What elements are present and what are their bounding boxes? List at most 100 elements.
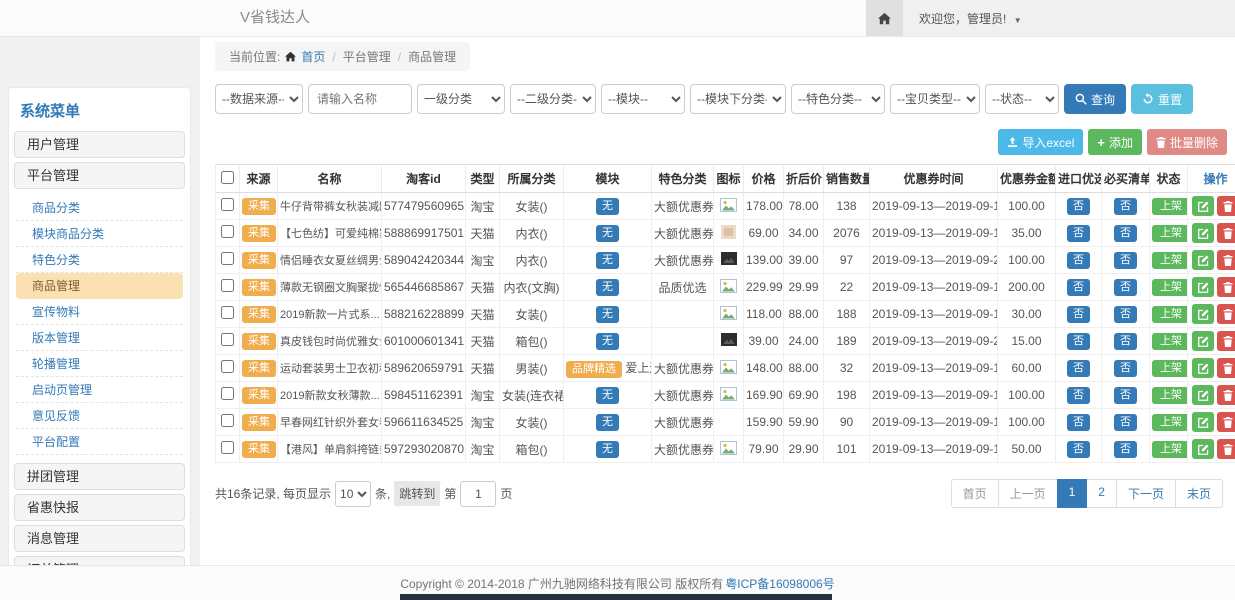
- status-badge[interactable]: 上架: [1152, 279, 1188, 296]
- imported-badge[interactable]: 否: [1067, 279, 1090, 296]
- row-checkbox[interactable]: [221, 441, 234, 454]
- sidebar-item[interactable]: 商品管理: [16, 273, 183, 299]
- page-button[interactable]: 2: [1086, 479, 1117, 508]
- reset-button[interactable]: 重置: [1131, 84, 1193, 114]
- status-badge[interactable]: 上架: [1152, 387, 1188, 404]
- row-checkbox[interactable]: [221, 360, 234, 373]
- filter-select-module-subcategory[interactable]: --模块下分类--: [690, 84, 786, 114]
- delete-button[interactable]: [1217, 250, 1235, 270]
- delete-button[interactable]: [1217, 385, 1235, 405]
- sidebar-item[interactable]: 轮播管理: [16, 351, 183, 377]
- sidebar-item[interactable]: 商品分类: [16, 195, 183, 221]
- sidebar-group[interactable]: 拼团管理: [14, 463, 185, 490]
- sidebar-item[interactable]: 意见反馈: [16, 403, 183, 429]
- status-badge[interactable]: 上架: [1152, 360, 1188, 377]
- edit-button[interactable]: [1192, 223, 1214, 243]
- delete-button[interactable]: [1217, 412, 1235, 432]
- delete-button[interactable]: [1217, 331, 1235, 351]
- edit-button[interactable]: [1192, 196, 1214, 216]
- icp-link[interactable]: 粤ICP备16098006号: [725, 575, 834, 592]
- batch-delete-button[interactable]: 批量删除: [1147, 129, 1227, 155]
- imported-badge[interactable]: 否: [1067, 306, 1090, 323]
- sidebar-item[interactable]: 特色分类: [16, 247, 183, 273]
- delete-button[interactable]: [1217, 304, 1235, 324]
- imported-badge[interactable]: 否: [1067, 414, 1090, 431]
- breadcrumb-home-link[interactable]: 首页: [301, 48, 325, 65]
- edit-button[interactable]: [1192, 358, 1214, 378]
- filter-select-status[interactable]: --状态--: [985, 84, 1059, 114]
- page-button[interactable]: 下一页: [1116, 479, 1176, 508]
- row-checkbox[interactable]: [221, 333, 234, 346]
- imported-badge[interactable]: 否: [1067, 252, 1090, 269]
- sidebar-group[interactable]: 消息管理: [14, 525, 185, 552]
- must-buy-badge[interactable]: 否: [1114, 198, 1137, 215]
- must-buy-badge[interactable]: 否: [1114, 225, 1137, 242]
- edit-button[interactable]: [1192, 439, 1214, 459]
- sidebar-item[interactable]: 启动页管理: [16, 377, 183, 403]
- imported-badge[interactable]: 否: [1067, 225, 1090, 242]
- row-checkbox[interactable]: [221, 198, 234, 211]
- imported-badge[interactable]: 否: [1067, 333, 1090, 350]
- add-button[interactable]: + 添加: [1088, 129, 1142, 155]
- row-checkbox[interactable]: [221, 387, 234, 400]
- sidebar-item[interactable]: 平台配置: [16, 429, 183, 455]
- per-page-select[interactable]: 10: [335, 481, 371, 507]
- row-checkbox[interactable]: [221, 252, 234, 265]
- sidebar-group[interactable]: 省惠快报: [14, 494, 185, 521]
- must-buy-badge[interactable]: 否: [1114, 387, 1137, 404]
- page-button[interactable]: 1: [1057, 479, 1088, 508]
- status-badge[interactable]: 上架: [1152, 441, 1188, 458]
- must-buy-badge[interactable]: 否: [1114, 306, 1137, 323]
- must-buy-badge[interactable]: 否: [1114, 279, 1137, 296]
- sidebar-group-platform[interactable]: 平台管理: [14, 162, 185, 189]
- filter-select-level2-category[interactable]: --二级分类--: [510, 84, 596, 114]
- must-buy-badge[interactable]: 否: [1114, 333, 1137, 350]
- filter-select-level1-category[interactable]: 一级分类: [417, 84, 505, 114]
- edit-button[interactable]: [1192, 385, 1214, 405]
- edit-button[interactable]: [1192, 304, 1214, 324]
- delete-button[interactable]: [1217, 223, 1235, 243]
- status-badge[interactable]: 上架: [1152, 333, 1188, 350]
- user-menu[interactable]: 欢迎您，管理员! ▼: [919, 10, 1022, 27]
- row-checkbox[interactable]: [221, 225, 234, 238]
- status-badge[interactable]: 上架: [1152, 414, 1188, 431]
- row-checkbox[interactable]: [221, 279, 234, 292]
- sidebar-group[interactable]: 用户管理: [14, 131, 185, 158]
- breadcrumb-item-platform[interactable]: 平台管理: [343, 48, 391, 65]
- edit-button[interactable]: [1192, 277, 1214, 297]
- filter-select-data-source[interactable]: --数据来源--: [215, 84, 303, 114]
- must-buy-badge[interactable]: 否: [1114, 414, 1137, 431]
- name-search-input[interactable]: [308, 84, 412, 114]
- imported-badge[interactable]: 否: [1067, 387, 1090, 404]
- delete-button[interactable]: [1217, 439, 1235, 459]
- delete-button[interactable]: [1217, 358, 1235, 378]
- jump-page-input[interactable]: [460, 481, 496, 507]
- filter-select-item-type[interactable]: --宝贝类型--: [890, 84, 980, 114]
- search-button[interactable]: 查询: [1064, 84, 1126, 114]
- select-all-checkbox[interactable]: [221, 171, 234, 184]
- sidebar-item[interactable]: 宣传物料: [16, 299, 183, 325]
- delete-button[interactable]: [1217, 196, 1235, 216]
- status-badge[interactable]: 上架: [1152, 252, 1188, 269]
- page-button[interactable]: 首页: [951, 479, 999, 508]
- must-buy-badge[interactable]: 否: [1114, 441, 1137, 458]
- must-buy-badge[interactable]: 否: [1114, 360, 1137, 377]
- delete-button[interactable]: [1217, 277, 1235, 297]
- import-excel-button[interactable]: 导入excel: [998, 129, 1083, 155]
- row-checkbox[interactable]: [221, 306, 234, 319]
- must-buy-badge[interactable]: 否: [1114, 252, 1137, 269]
- sidebar-item[interactable]: 版本管理: [16, 325, 183, 351]
- edit-button[interactable]: [1192, 412, 1214, 432]
- page-button[interactable]: 上一页: [998, 479, 1058, 508]
- sidebar-item[interactable]: 模块商品分类: [16, 221, 183, 247]
- row-checkbox[interactable]: [221, 414, 234, 427]
- home-button[interactable]: [866, 0, 903, 36]
- imported-badge[interactable]: 否: [1067, 441, 1090, 458]
- edit-button[interactable]: [1192, 250, 1214, 270]
- edit-button[interactable]: [1192, 331, 1214, 351]
- status-badge[interactable]: 上架: [1152, 225, 1188, 242]
- imported-badge[interactable]: 否: [1067, 360, 1090, 377]
- filter-select-feature-category[interactable]: --特色分类--: [791, 84, 885, 114]
- status-badge[interactable]: 上架: [1152, 306, 1188, 323]
- imported-badge[interactable]: 否: [1067, 198, 1090, 215]
